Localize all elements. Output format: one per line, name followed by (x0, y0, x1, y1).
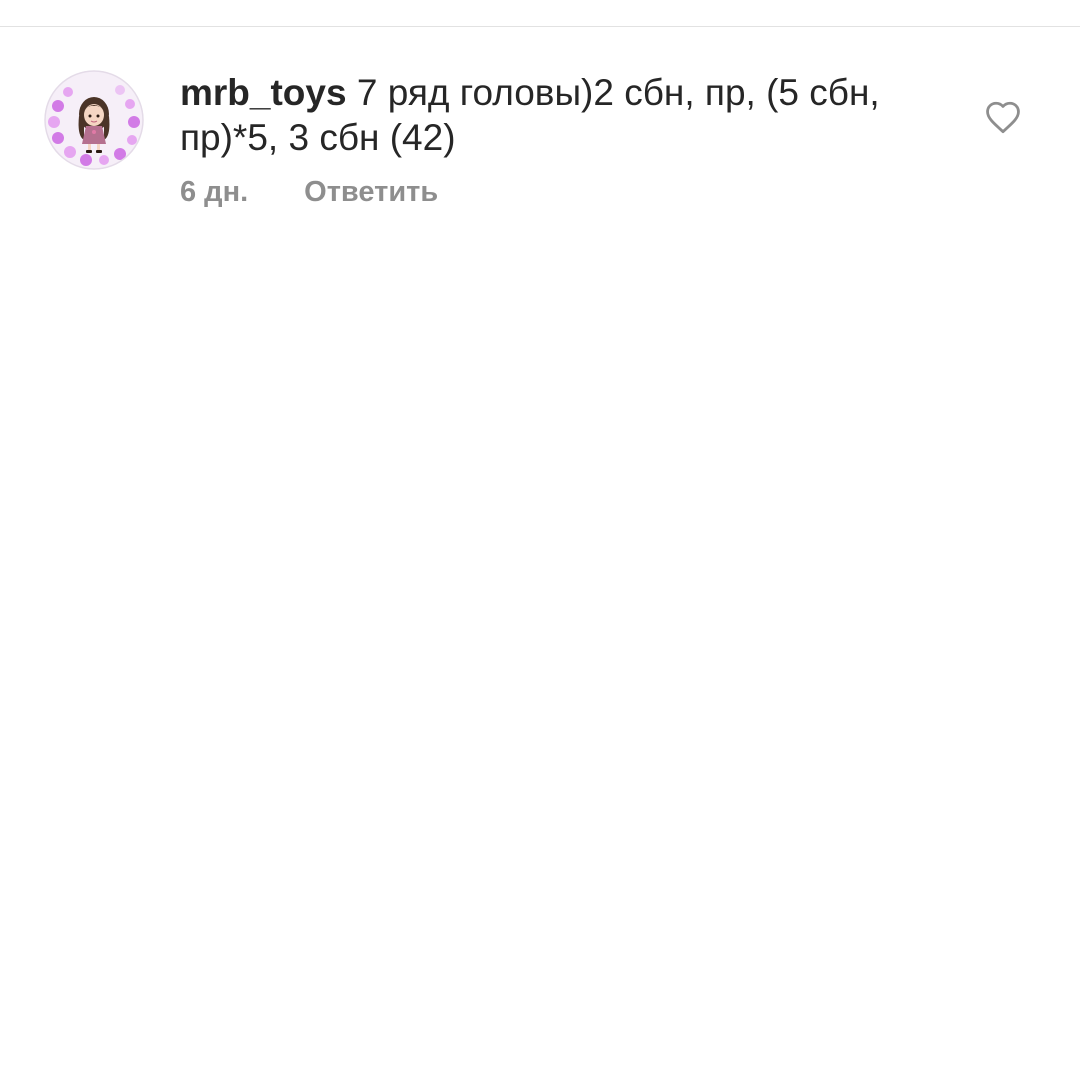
comment-body: mrb_toys 7 ряд головы)2 сбн, пр, (5 сбн,… (180, 70, 940, 209)
heart-outline-icon (986, 101, 1020, 134)
reply-button[interactable]: Ответить (304, 176, 438, 209)
like-button[interactable] (984, 100, 1022, 134)
avatar-image (44, 70, 144, 170)
top-divider (0, 26, 1080, 27)
comment-text: mrb_toys 7 ряд головы)2 сбн, пр, (5 сбн,… (180, 70, 940, 160)
comment-screen: mrb_toys 7 ряд головы)2 сбн, пр, (5 сбн,… (0, 0, 1080, 1080)
comment-time: 6 дн. (180, 176, 249, 208)
username-link[interactable]: mrb_toys (180, 72, 347, 113)
comment-meta: 6 дн. Ответить (180, 176, 940, 209)
avatar[interactable] (44, 70, 144, 170)
